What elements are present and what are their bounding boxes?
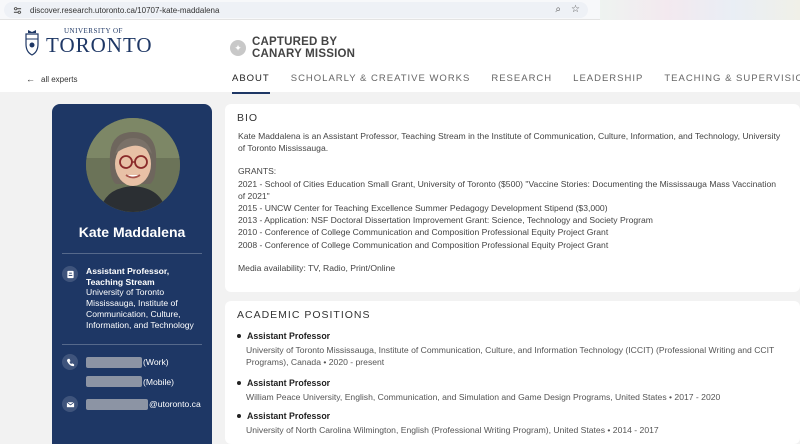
profile-card: Kate Maddalena Assistant Professor, Teac… (52, 104, 212, 444)
url-text: discover.research.utoronto.ca/10707-kate… (30, 5, 220, 15)
bullet-icon (237, 414, 241, 418)
tab-about[interactable]: ABOUT (232, 73, 270, 94)
role-unit: University of Toronto Mississauga, Insti… (86, 287, 194, 330)
divider (62, 344, 202, 345)
bookmark-star-icon[interactable]: ☆ (571, 5, 580, 15)
bio-body: Kate Maddalena is an Assistant Professor… (238, 130, 783, 274)
grant-item: 2013 - Application: NSF Doctoral Dissert… (238, 215, 653, 226)
position-detail: William Peace University, English, Commu… (246, 392, 721, 402)
phone-icon (62, 354, 78, 370)
grant-item: 2008 - Conference of College Communicati… (238, 239, 609, 250)
arrow-left-icon: ← (26, 74, 35, 84)
id-badge-icon (62, 266, 78, 282)
envelope-icon (62, 396, 78, 412)
grants-label: GRANTS: (238, 166, 277, 177)
phone-work-row: (Work) (62, 354, 169, 370)
role-block: Assistant Professor, Teaching Stream Uni… (62, 266, 207, 330)
position-title: Assistant Professor (247, 411, 331, 421)
bio-intro: Kate Maddalena is an Assistant Professor… (238, 131, 781, 154)
logo-big-text: TORONTO (46, 33, 153, 57)
university-logo[interactable]: UNIVERSITY OF TORONTO (24, 28, 153, 56)
captured-line-2: CANARY MISSION (252, 48, 356, 61)
position-item: Assistant Professor University of Toront… (237, 331, 782, 368)
site-settings-icon[interactable] (12, 5, 22, 15)
phone-mobile-label: (Mobile) (143, 376, 175, 387)
tab-research[interactable]: RESEARCH (491, 73, 552, 94)
captured-line-1: CAPTURED BY (252, 36, 338, 48)
bio-heading: BIO (237, 112, 259, 124)
profile-tabs: ABOUT SCHOLARLY & CREATIVE WORKS RESEARC… (232, 73, 800, 94)
position-detail: University of North Carolina Wilmington,… (246, 425, 659, 435)
avatar (86, 118, 180, 212)
site-header: UNIVERSITY OF TORONTO ✦ CAPTURED BY CANA… (0, 20, 800, 94)
role-title: Assistant Professor, Teaching Stream (86, 266, 170, 287)
position-detail: University of Toronto Mississauga, Insti… (246, 345, 775, 368)
academic-heading: ACADEMIC POSITIONS (237, 309, 371, 321)
grant-item: 2015 - UNCW Center for Teaching Excellen… (238, 203, 608, 214)
redacted-phone (86, 356, 142, 368)
canary-icon: ✦ (230, 40, 246, 57)
bio-card: BIO Kate Maddalena is an Assistant Profe… (225, 104, 800, 292)
zoom-icon[interactable]: ⌕ (555, 5, 561, 15)
back-to-experts-link[interactable]: ← all experts (26, 74, 77, 84)
media-availability: Media availability: TV, Radio, Print/Onl… (238, 262, 396, 273)
bullet-icon (237, 381, 241, 385)
grant-item: 2010 - Conference of College Communicati… (238, 227, 609, 238)
tab-scholarly-creative-works[interactable]: SCHOLARLY & CREATIVE WORKS (291, 73, 471, 94)
profile-name: Kate Maddalena (78, 224, 186, 240)
position-title: Assistant Professor (247, 331, 331, 341)
position-item: Assistant Professor University of North … (237, 411, 782, 436)
redacted-email (86, 398, 148, 410)
crest-icon (25, 30, 39, 56)
position-title: Assistant Professor (247, 378, 331, 388)
academic-positions-card: ACADEMIC POSITIONS Assistant Professor U… (225, 301, 800, 444)
redacted-phone (86, 376, 142, 387)
browser-bar: discover.research.utoronto.ca/10707-kate… (0, 0, 800, 20)
phone-work-label: (Work) (143, 357, 169, 367)
position-item: Assistant Professor William Peace Univer… (237, 378, 782, 403)
divider (62, 253, 202, 254)
bullet-icon (237, 334, 241, 338)
tab-teaching-supervision[interactable]: TEACHING & SUPERVISION (664, 73, 800, 94)
address-bar[interactable]: discover.research.utoronto.ca/10707-kate… (4, 2, 588, 18)
email-domain: @utoronto.ca (149, 399, 201, 409)
email-row[interactable]: @utoronto.ca (62, 396, 201, 412)
phone-mobile-row: (Mobile) (86, 376, 174, 387)
browser-extensions-area (600, 0, 800, 20)
captured-banner: ✦ CAPTURED BY CANARY MISSION (230, 36, 355, 60)
tab-leadership[interactable]: LEADERSHIP (573, 73, 643, 94)
grant-item: 2021 - School of Cities Education Small … (238, 178, 777, 201)
back-link-label: all experts (41, 74, 78, 84)
